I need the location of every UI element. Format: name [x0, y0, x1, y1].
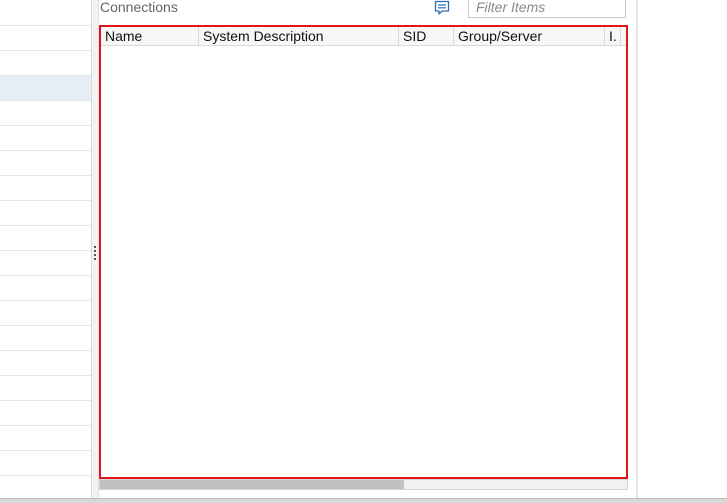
- column-header-system-description[interactable]: System Description: [199, 27, 399, 45]
- connections-table: Name System Description SID Group/Server…: [99, 25, 628, 479]
- list-item[interactable]: [0, 376, 91, 401]
- list-item[interactable]: [0, 201, 91, 226]
- list-item[interactable]: [0, 476, 91, 498]
- list-item[interactable]: [0, 151, 91, 176]
- list-item[interactable]: [0, 426, 91, 451]
- left-navigation-list: [0, 0, 91, 498]
- panel-divider: [636, 0, 638, 498]
- column-header-name[interactable]: Name: [101, 27, 199, 45]
- column-header-group-server[interactable]: Group/Server: [454, 27, 605, 45]
- list-item[interactable]: [0, 176, 91, 201]
- list-item[interactable]: [0, 401, 91, 426]
- list-item[interactable]: [0, 251, 91, 276]
- scrollbar-thumb[interactable]: [100, 480, 404, 489]
- list-item-selected[interactable]: [0, 76, 91, 101]
- filter-items-input[interactable]: [468, 0, 626, 18]
- list-item[interactable]: [0, 276, 91, 301]
- list-item[interactable]: [0, 451, 91, 476]
- app-page: Connections Name System Description SID …: [0, 0, 727, 503]
- connections-panel: Connections Name System Description SID …: [99, 0, 636, 498]
- comment-icon[interactable]: [433, 0, 451, 16]
- list-item[interactable]: [0, 51, 91, 76]
- list-item[interactable]: [0, 101, 91, 126]
- column-header-sid[interactable]: SID: [399, 27, 454, 45]
- column-header-truncated[interactable]: I.: [605, 27, 621, 45]
- splitter-grip-icon[interactable]: [94, 246, 97, 262]
- list-item[interactable]: [0, 301, 91, 326]
- list-item[interactable]: [0, 326, 91, 351]
- table-header: Name System Description SID Group/Server…: [101, 27, 626, 46]
- list-item[interactable]: [0, 126, 91, 151]
- list-item[interactable]: [0, 26, 91, 51]
- table-body: [101, 46, 626, 477]
- panel-title: Connections: [100, 0, 178, 15]
- horizontal-scrollbar[interactable]: [99, 479, 628, 490]
- panel-splitter[interactable]: [91, 0, 99, 498]
- list-item[interactable]: [0, 0, 91, 26]
- list-item[interactable]: [0, 226, 91, 251]
- list-item[interactable]: [0, 351, 91, 376]
- bottom-status-bar: [0, 498, 727, 503]
- column-header-filler: [621, 27, 626, 45]
